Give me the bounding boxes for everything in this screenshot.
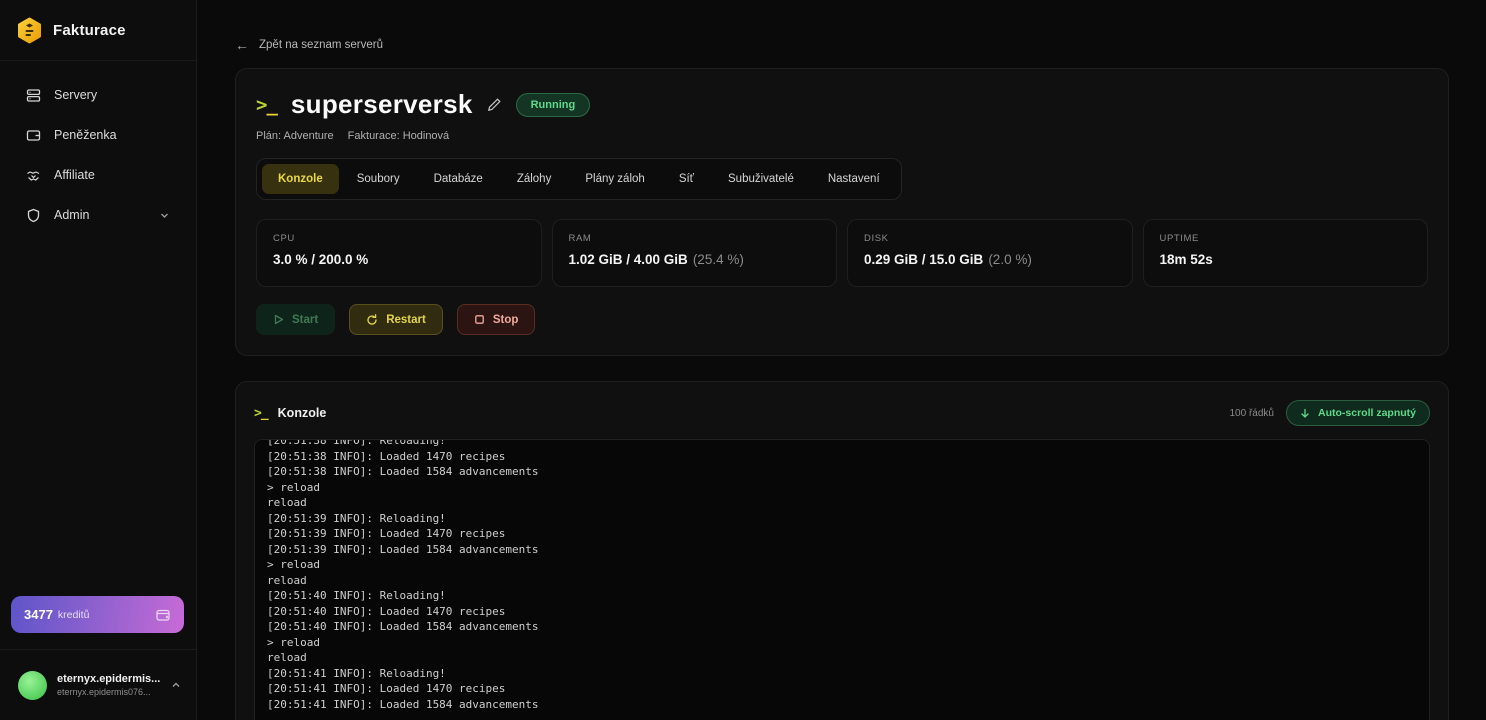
console-log-line: reload	[267, 495, 1417, 511]
stat-value: 3.0 % / 200.0 %	[273, 252, 368, 267]
stat-label: DISK	[864, 233, 1116, 244]
server-name: superserversk	[291, 89, 473, 120]
tab-konzole[interactable]: Konzole	[262, 164, 339, 194]
sidebar-item-label: Peněženka	[54, 128, 117, 142]
stat-card-disk: DISK 0.29 GiB / 15.0 GiB (2.0 %)	[847, 219, 1133, 287]
console-log: [20:51:38 INFO]: Reloading![20:51:38 INF…	[267, 439, 1417, 712]
stat-label: CPU	[273, 233, 525, 244]
stat-card-ram: RAM 1.02 GiB / 4.00 GiB (25.4 %)	[552, 219, 838, 287]
arrow-down-icon	[1300, 408, 1310, 419]
user-name: eternyx.epidermis...	[57, 673, 160, 685]
console-title: Konzole	[278, 406, 327, 420]
wallet-plus-icon	[155, 607, 171, 623]
sidebar-item-label: Admin	[54, 208, 89, 222]
brand-header: Fakturace	[0, 0, 196, 61]
tab-zalohy[interactable]: Zálohy	[501, 164, 568, 194]
tab-subuzivatele[interactable]: Subuživatelé	[712, 164, 810, 194]
stats-grid: CPU 3.0 % / 200.0 % RAM 1.02 GiB / 4.00 …	[256, 219, 1428, 287]
status-badge: Running	[516, 93, 591, 117]
console-log-line: [20:51:39 INFO]: Loaded 1470 recipes	[267, 526, 1417, 542]
back-arrow-icon: ←	[235, 37, 249, 53]
restart-label: Restart	[386, 314, 426, 326]
console-log-line: [20:51:41 INFO]: Reloading!	[267, 666, 1417, 682]
tab-sit[interactable]: Síť	[663, 164, 710, 194]
autoscroll-toggle-button[interactable]: Auto-scroll zapnutý	[1286, 400, 1430, 426]
lines-count: 100 řádků	[1230, 408, 1274, 419]
stop-button[interactable]: Stop	[457, 304, 536, 335]
terminal-icon: >_	[254, 406, 268, 421]
terminal-icon: >_	[256, 94, 277, 116]
wallet-icon	[26, 128, 41, 143]
back-to-servers-link[interactable]: ← Zpět na seznam serverů	[235, 37, 383, 53]
console-log-line: > reload	[267, 557, 1417, 573]
brand-logo-icon	[16, 17, 43, 44]
tab-plany-zaloh[interactable]: Plány záloh	[569, 164, 660, 194]
sidebar-item-penezenka[interactable]: Peněženka	[0, 115, 196, 155]
console-log-line: [20:51:38 INFO]: Loaded 1584 advancement…	[267, 464, 1417, 480]
console-log-line: [20:51:41 INFO]: Loaded 1470 recipes	[267, 681, 1417, 697]
sidebar-item-admin[interactable]: Admin	[0, 195, 196, 235]
console-log-line: > reload	[267, 480, 1417, 496]
console-log-line: [20:51:41 INFO]: Loaded 1584 advancement…	[267, 697, 1417, 713]
chevron-up-icon	[170, 679, 182, 691]
shield-icon	[26, 208, 41, 223]
plan-label: Plán: Adventure	[256, 130, 334, 142]
console-log-line: [20:51:38 INFO]: Loaded 1470 recipes	[267, 449, 1417, 465]
server-actions: Start Restart Stop	[256, 304, 1428, 335]
start-label: Start	[292, 314, 318, 326]
sidebar-nav: Servery Peněženka Affiliate	[0, 61, 196, 249]
sidebar: Fakturace Servery Peněžen	[0, 0, 197, 720]
chevron-down-icon	[159, 210, 170, 221]
stat-label: RAM	[569, 233, 821, 244]
start-button[interactable]: Start	[256, 304, 335, 335]
back-label: Zpět na seznam serverů	[259, 39, 383, 51]
tab-nastaveni[interactable]: Nastavení	[812, 164, 896, 194]
stat-label: UPTIME	[1160, 233, 1412, 244]
console-log-line: [20:51:39 INFO]: Loaded 1584 advancement…	[267, 542, 1417, 558]
credits-badge[interactable]: 3477 kreditů	[11, 596, 184, 633]
billing-label: Fakturace: Hodinová	[348, 130, 450, 142]
server-tab-bar: Konzole Soubory Databáze Zálohy Plány zá…	[256, 158, 902, 200]
stat-card-uptime: UPTIME 18m 52s	[1143, 219, 1429, 287]
console-log-line: [20:51:40 INFO]: Loaded 1470 recipes	[267, 604, 1417, 620]
console-output[interactable]: [20:51:38 INFO]: Reloading![20:51:38 INF…	[254, 439, 1430, 720]
stat-extra: (25.4 %)	[693, 252, 744, 267]
user-subtitle: eternyx.epidermis076...	[57, 687, 160, 697]
handshake-icon	[26, 168, 41, 183]
sidebar-item-label: Affiliate	[54, 168, 95, 182]
console-log-line: > reload	[267, 635, 1417, 651]
credits-unit: kreditů	[58, 609, 90, 621]
tab-soubory[interactable]: Soubory	[341, 164, 416, 194]
tab-databaze[interactable]: Databáze	[418, 164, 499, 194]
stat-extra: (2.0 %)	[988, 252, 1032, 267]
console-log-line: [20:51:40 INFO]: Loaded 1584 advancement…	[267, 619, 1417, 635]
servers-icon	[26, 88, 41, 103]
stat-value: 0.29 GiB / 15.0 GiB	[864, 252, 983, 267]
console-log-line: reload	[267, 573, 1417, 589]
server-overview-card: >_ superserversk Running Plán: Adventure…	[235, 68, 1449, 356]
console-log-line: reload	[267, 650, 1417, 666]
stop-icon	[474, 314, 485, 325]
restart-icon	[366, 314, 378, 326]
stop-label: Stop	[493, 314, 519, 326]
brand-name: Fakturace	[53, 22, 126, 39]
sidebar-item-label: Servery	[54, 88, 97, 102]
stat-card-cpu: CPU 3.0 % / 200.0 %	[256, 219, 542, 287]
stat-value: 1.02 GiB / 4.00 GiB	[569, 252, 688, 267]
console-log-line: [20:51:39 INFO]: Reloading!	[267, 511, 1417, 527]
autoscroll-label: Auto-scroll zapnutý	[1318, 407, 1416, 419]
edit-name-icon[interactable]	[487, 97, 502, 112]
play-icon	[273, 314, 284, 325]
sidebar-item-affiliate[interactable]: Affiliate	[0, 155, 196, 195]
restart-button[interactable]: Restart	[349, 304, 443, 335]
main-content: ← Zpět na seznam serverů >_ superservers…	[197, 0, 1486, 720]
credits-amount: 3477	[24, 607, 53, 622]
stat-value: 18m 52s	[1160, 252, 1213, 267]
user-profile[interactable]: eternyx.epidermis... eternyx.epidermis07…	[0, 649, 196, 720]
console-log-line: [20:51:40 INFO]: Reloading!	[267, 588, 1417, 604]
avatar	[18, 671, 47, 700]
console-card: >_ Konzole 100 řádků Auto-scroll zapnutý…	[235, 381, 1449, 720]
console-log-line: [20:51:38 INFO]: Reloading!	[267, 439, 1417, 449]
sidebar-item-servery[interactable]: Servery	[0, 75, 196, 115]
